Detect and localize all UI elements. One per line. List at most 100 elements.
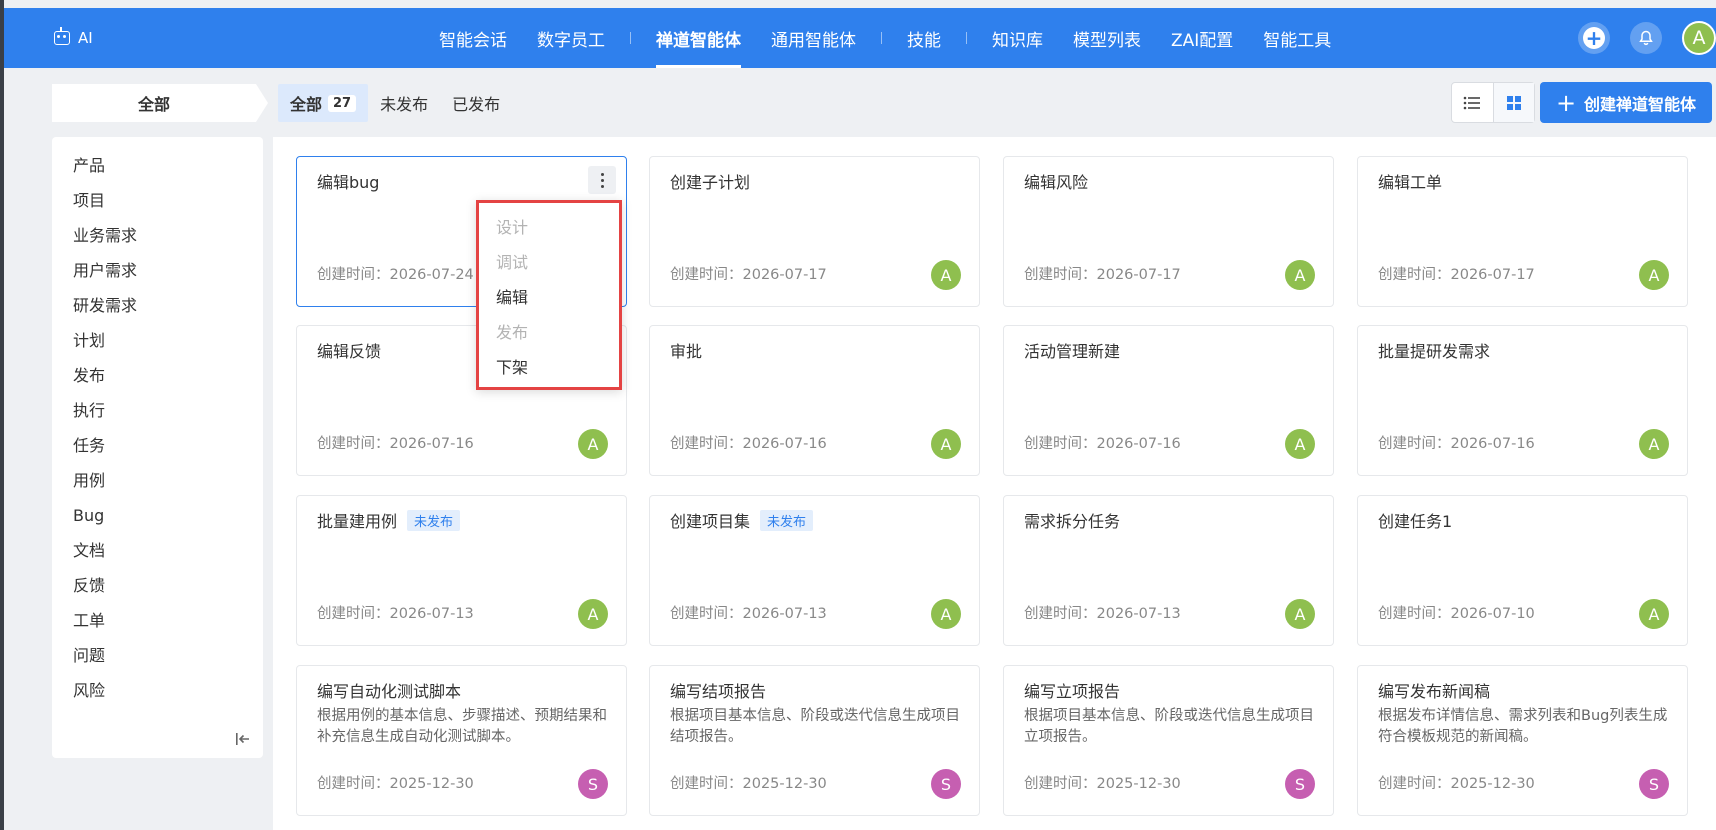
sidebar-item-testcase[interactable]: 用例 (52, 468, 263, 503)
nav-item-general-agents[interactable]: 通用智能体 (756, 8, 871, 68)
agent-card[interactable]: 编辑工单 创建时间：2026-07-17 A (1357, 156, 1688, 307)
nav-item-model-list[interactable]: 模型列表 (1058, 8, 1156, 68)
card-description: 根据项目基本信息、阶段或迭代信息生成项目结项报告。 (670, 708, 960, 745)
agent-card[interactable]: 创建项目集 未发布 创建时间：2026-07-13 A (649, 495, 980, 646)
view-toggle (1451, 82, 1535, 123)
user-avatar[interactable]: A (1682, 21, 1716, 55)
card-title-text: 需求拆分任务 (1024, 512, 1121, 531)
nav-item-zai-config[interactable]: ZAI配置 (1156, 8, 1248, 68)
nav-item-skills[interactable]: 技能 (892, 8, 956, 68)
main-nav: 智能会话 数字员工 禅道智能体 通用智能体 技能 知识库 模型列表 ZAI配置 … (424, 8, 1346, 68)
grid-view-button[interactable] (1492, 83, 1534, 122)
brand-label: AI (78, 29, 93, 47)
card-title: 编写结项报告 (670, 678, 766, 702)
menu-item-debug[interactable]: 调试 (479, 245, 619, 280)
sidebar-item-business-requirement[interactable]: 业务需求 (52, 223, 263, 258)
card-created-time: 创建时间：2026-07-13 (1024, 602, 1181, 623)
nav-item-chat[interactable]: 智能会话 (424, 8, 522, 68)
sidebar-item-issue[interactable]: 问题 (52, 643, 263, 678)
agent-card[interactable]: 审批 创建时间：2026-07-16 A (649, 325, 980, 476)
time-value: 2026-07-13 (1096, 606, 1181, 622)
nav-item-zentao-agents[interactable]: 禅道智能体 (641, 8, 756, 68)
time-value: 2026-07-24 (389, 267, 474, 283)
creator-avatar: A (931, 429, 961, 459)
agent-card[interactable]: 编写立项报告 根据项目基本信息、阶段或迭代信息生成项目立项报告。 创建时间：20… (1003, 665, 1334, 816)
agent-card[interactable]: 编写自动化测试脚本 根据用例的基本信息、步骤描述、预期结果和补充信息生成自动化测… (296, 665, 627, 816)
sidebar-item-project[interactable]: 项目 (52, 188, 263, 223)
nav-item-knowledge-base[interactable]: 知识库 (977, 8, 1058, 68)
time-value: 2026-07-17 (1096, 267, 1181, 283)
time-value: 2026-07-16 (389, 436, 474, 452)
sidebar-item-execution[interactable]: 执行 (52, 398, 263, 433)
card-created-time: 创建时间：2026-07-16 (1378, 432, 1535, 453)
card-created-time: 创建时间：2026-07-17 (1024, 263, 1181, 284)
card-created-time: 创建时间：2026-07-13 (317, 602, 474, 623)
creator-avatar: A (1285, 599, 1315, 629)
list-view-button[interactable] (1452, 83, 1493, 122)
time-value: 2025-12-30 (389, 776, 474, 792)
tab-unpublished[interactable]: 未发布 (368, 84, 440, 122)
sidebar-item-doc[interactable]: 文档 (52, 538, 263, 573)
status-badge: 未发布 (760, 509, 814, 531)
sidebar-item-risk[interactable]: 风险 (52, 678, 263, 713)
card-created-time: 创建时间：2026-07-24 (317, 263, 474, 284)
create-agent-button[interactable]: + 创建禅道智能体 (1540, 82, 1712, 123)
sidebar-item-feedback[interactable]: 反馈 (52, 573, 263, 608)
ai-brand[interactable]: AI (54, 8, 93, 68)
menu-item-edit[interactable]: 编辑 (479, 280, 619, 315)
agent-card[interactable]: 编辑风险 创建时间：2026-07-17 A (1003, 156, 1334, 307)
sidebar-item-user-requirement[interactable]: 用户需求 (52, 258, 263, 293)
card-title-text: 创建项目集 (670, 512, 751, 531)
card-title: 编写自动化测试脚本 (317, 678, 461, 702)
creator-avatar: A (1639, 599, 1669, 629)
agent-card[interactable]: 编写结项报告 根据项目基本信息、阶段或迭代信息生成项目结项报告。 创建时间：20… (649, 665, 980, 816)
more-actions-button[interactable] (588, 166, 616, 194)
time-prefix: 创建时间： (670, 436, 743, 452)
nav-separator (630, 32, 631, 44)
add-button[interactable]: + (1578, 22, 1610, 54)
card-title-text: 编写结项报告 (670, 682, 767, 701)
time-prefix: 创建时间： (1024, 606, 1097, 622)
collapse-sidebar-icon[interactable] (235, 732, 251, 746)
sidebar-item-product[interactable]: 产品 (52, 153, 263, 188)
sidebar-item-release[interactable]: 发布 (52, 363, 263, 398)
notifications-button[interactable] (1630, 22, 1662, 54)
agent-card[interactable]: 创建子计划 创建时间：2026-07-17 A (649, 156, 980, 307)
creator-avatar: A (931, 260, 961, 290)
sidebar-item-bug[interactable]: Bug (52, 503, 263, 538)
sidebar-item-plan[interactable]: 计划 (52, 328, 263, 363)
card-created-time: 创建时间：2026-07-16 (670, 432, 827, 453)
card-title-text: 编写自动化测试脚本 (317, 682, 462, 701)
nav-item-smart-tools[interactable]: 智能工具 (1248, 8, 1346, 68)
menu-item-unpublish[interactable]: 下架 (479, 350, 619, 385)
card-title: 需求拆分任务 (1024, 508, 1120, 532)
agent-card[interactable]: 批量提研发需求 创建时间：2026-07-16 A (1357, 325, 1688, 476)
agent-card[interactable]: 需求拆分任务 创建时间：2026-07-13 A (1003, 495, 1334, 646)
card-title: 创建子计划 (670, 169, 750, 193)
menu-item-publish[interactable]: 发布 (479, 315, 619, 350)
time-prefix: 创建时间： (1378, 267, 1451, 283)
time-value: 2025-12-30 (1096, 776, 1181, 792)
menu-item-design[interactable]: 设计 (479, 210, 619, 245)
sidebar-item-dev-requirement[interactable]: 研发需求 (52, 293, 263, 328)
agent-card[interactable]: 批量建用例 未发布 创建时间：2026-07-13 A (296, 495, 627, 646)
top-nav-bar: AI 智能会话 数字员工 禅道智能体 通用智能体 技能 知识库 模型列表 ZAI… (4, 8, 1716, 68)
nav-item-digital-staff[interactable]: 数字员工 (522, 8, 620, 68)
creator-avatar: A (578, 599, 608, 629)
agent-card[interactable]: 编写发布新闻稿 根据发布详情信息、需求列表和Bug列表生成符合模板规范的新闻稿。… (1357, 665, 1688, 816)
agent-card[interactable]: 创建任务1 创建时间：2026-07-10 A (1357, 495, 1688, 646)
agent-card[interactable]: 活动管理新建 创建时间：2026-07-16 A (1003, 325, 1334, 476)
plus-icon: + (1583, 27, 1605, 49)
card-title-text: 批量提研发需求 (1378, 342, 1491, 361)
more-dot (600, 184, 604, 188)
more-vertical-icon (600, 172, 604, 176)
tab-published[interactable]: 已发布 (440, 84, 512, 122)
sidebar-item-task[interactable]: 任务 (52, 433, 263, 468)
creator-avatar: A (1285, 429, 1315, 459)
category-all[interactable]: 全部 (52, 84, 268, 122)
tab-all[interactable]: 全部 27 (278, 84, 369, 122)
sidebar-item-ticket[interactable]: 工单 (52, 608, 263, 643)
status-badge: 未发布 (407, 509, 461, 531)
creator-avatar: A (1639, 260, 1669, 290)
card-actions-menu: 设计 调试 编辑 发布 下架 (476, 200, 622, 390)
